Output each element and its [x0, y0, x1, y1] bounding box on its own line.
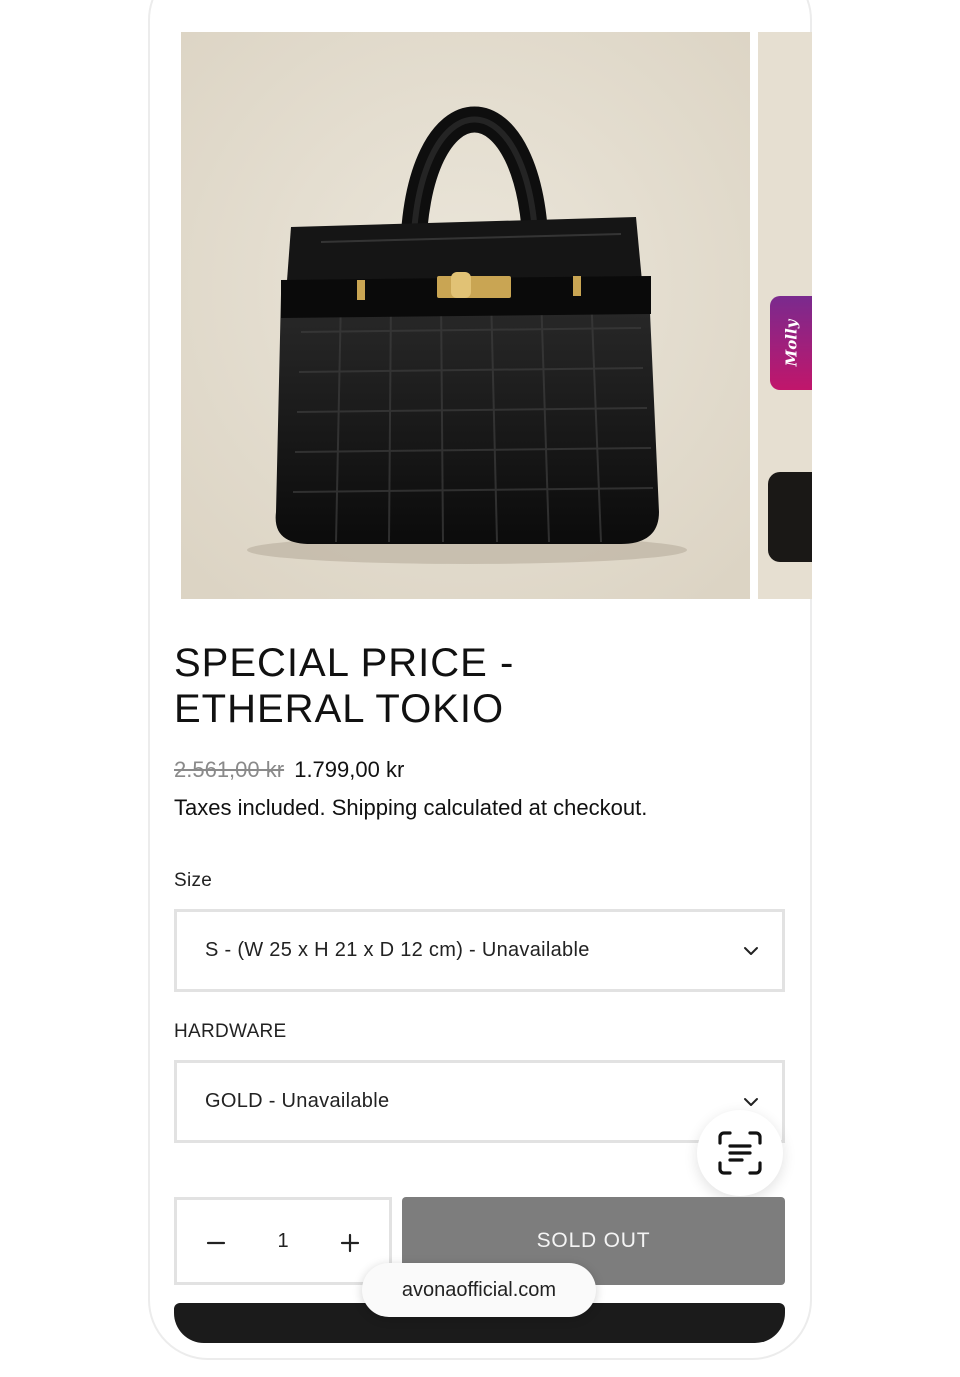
next-product-preview	[768, 472, 812, 562]
chevron-down-icon	[744, 1098, 758, 1106]
compare-at-price: 2.561,00 kr	[174, 757, 285, 782]
molly-widget-tab[interactable]: Molly	[770, 296, 812, 390]
product-title-line1: SPECIAL PRICE -	[174, 641, 515, 685]
quantity-stepper: 1	[174, 1197, 392, 1285]
chevron-down-icon	[744, 947, 758, 955]
live-text-scan-button[interactable]	[697, 1110, 783, 1196]
molly-tab-label: Molly	[782, 319, 801, 367]
size-label: Size	[174, 870, 213, 891]
product-gallery[interactable]	[181, 32, 821, 599]
sale-price: 1.799,00 kr	[294, 757, 405, 782]
hardware-label: HARDWARE	[174, 1021, 287, 1042]
product-title: SPECIAL PRICE - ETHERAL TOKIO	[174, 640, 694, 732]
product-image-main[interactable]	[181, 32, 750, 599]
tax-shipping-note: Taxes included. Shipping calculated at c…	[174, 795, 648, 820]
size-select-value: S - (W 25 x H 21 x D 12 cm) - Unavailabl…	[205, 939, 590, 961]
plus-icon[interactable]	[335, 1228, 365, 1258]
hardware-select[interactable]: GOLD - Unavailable	[174, 1060, 785, 1143]
size-select[interactable]: S - (W 25 x H 21 x D 12 cm) - Unavailabl…	[174, 909, 785, 992]
hardware-select-value: GOLD - Unavailable	[205, 1090, 390, 1112]
scan-text-icon	[718, 1131, 762, 1175]
browser-url-bar[interactable]: avonaofficial.com	[362, 1263, 596, 1317]
product-title-line2: ETHERAL TOKIO	[174, 687, 505, 731]
handbag-image	[181, 32, 750, 599]
price-row: 2.561,00 kr 1.799,00 kr	[174, 757, 404, 783]
